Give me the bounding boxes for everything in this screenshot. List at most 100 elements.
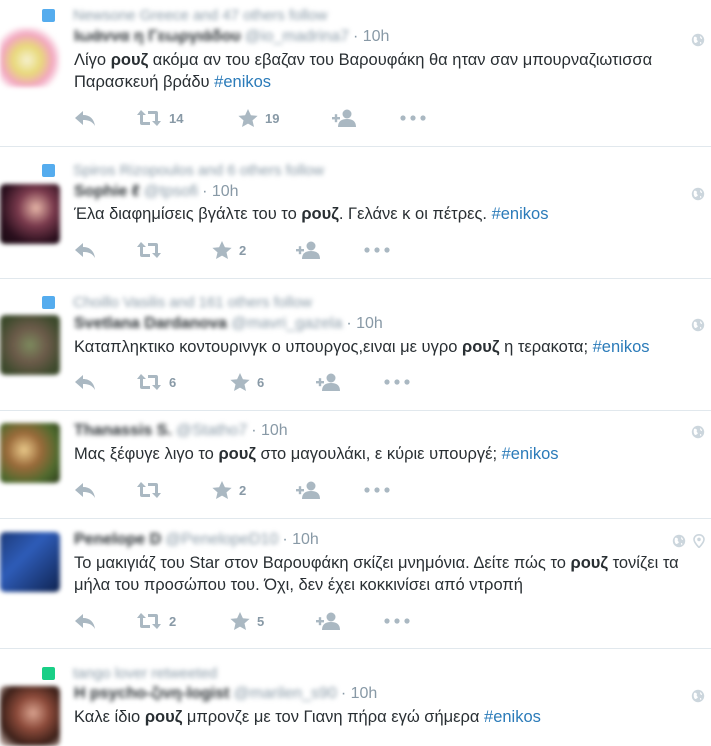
tweet[interactable]: Penelope D @PenelopeD10 · 10h Το μακιγιάζ … bbox=[0, 519, 711, 649]
globe-icon bbox=[691, 425, 705, 439]
avatar[interactable] bbox=[0, 532, 60, 592]
tweet-text: Έλα διαφημίσεις βγάλτε του το ρουζ. Γελά… bbox=[74, 205, 549, 223]
favorite-count: 5 bbox=[257, 613, 265, 629]
tweet-text: Μας ξέφυγε λιγο το ρουζ στο μαγουλάκι, ε… bbox=[74, 445, 559, 463]
author-name[interactable]: Ιωάννα η Γεωργιάδου bbox=[74, 28, 241, 46]
reply-button[interactable] bbox=[74, 108, 96, 128]
retweet-count: 6 bbox=[169, 374, 177, 390]
retweet-icon bbox=[136, 373, 162, 391]
social-context-text: Spiros Rizopoulos and 6 others follow bbox=[73, 161, 324, 179]
hashtag-link[interactable]: #enikos bbox=[593, 338, 650, 356]
tweet-header: Svetlana Dardanova @mavri_gazela · 10h bbox=[74, 315, 383, 337]
timestamp[interactable]: · 10h bbox=[282, 531, 318, 548]
author-handle[interactable]: @mavri_gazela bbox=[231, 315, 342, 333]
retweet-button[interactable]: 2 bbox=[136, 611, 176, 631]
globe-icon bbox=[691, 187, 705, 201]
favorite-button[interactable]: 5 bbox=[230, 611, 264, 631]
highlighted-term: ρουζ bbox=[570, 554, 609, 572]
reply-button[interactable] bbox=[74, 372, 96, 392]
timestamp[interactable]: · 10h bbox=[346, 315, 382, 332]
follow-button[interactable] bbox=[332, 108, 358, 128]
more-button[interactable] bbox=[400, 108, 426, 128]
more-icon bbox=[384, 379, 410, 385]
hashtag-link[interactable]: #enikos bbox=[484, 708, 541, 726]
more-icon bbox=[400, 115, 426, 121]
tweet[interactable]: Thanassis S. @Statho7 · 10h Μας ξέφυγε λιγ… bbox=[0, 411, 711, 519]
author-handle[interactable]: @tpsofi bbox=[144, 183, 198, 201]
globe-icon bbox=[691, 318, 705, 332]
author-handle[interactable]: @Statho7 bbox=[176, 422, 247, 440]
favorite-button[interactable]: 2 bbox=[212, 480, 246, 500]
tweet-text: Το μακιγιάζ του Star στον Βαρουφάκη σκίζ… bbox=[74, 554, 679, 594]
follow-user-icon bbox=[316, 612, 342, 630]
favorite-button[interactable]: 19 bbox=[238, 108, 279, 128]
tweet[interactable]: Newsone Greece and 47 others follow Ιωάν… bbox=[0, 0, 711, 147]
star-icon bbox=[230, 612, 250, 631]
favorite-count: 2 bbox=[239, 482, 247, 498]
avatar[interactable] bbox=[0, 184, 60, 244]
favorite-count: 6 bbox=[257, 374, 265, 390]
author-handle[interactable]: @PenelopeD10 bbox=[165, 531, 278, 549]
follow-button[interactable] bbox=[296, 240, 322, 260]
globe-icon bbox=[672, 534, 686, 548]
hashtag-link[interactable]: #enikos bbox=[492, 205, 549, 223]
more-icon bbox=[384, 618, 410, 624]
timestamp[interactable]: · 10h bbox=[251, 422, 287, 439]
more-button[interactable] bbox=[384, 372, 410, 392]
reply-icon bbox=[74, 109, 96, 127]
author-name[interactable]: Svetlana Dardanova bbox=[74, 315, 227, 333]
tweet-header: Η psycho-ζινη-logist @marilen_s90 · 10h bbox=[74, 685, 377, 707]
avatar[interactable] bbox=[0, 686, 60, 746]
more-button[interactable] bbox=[384, 611, 410, 631]
avatar[interactable] bbox=[0, 423, 60, 483]
star-icon bbox=[238, 109, 258, 128]
retweet-button[interactable] bbox=[136, 240, 169, 260]
tweet-text: Καταπληκτικο κοντουρινγκ ο υπουργος,εινα… bbox=[74, 338, 650, 356]
follow-button[interactable] bbox=[316, 372, 342, 392]
tweet[interactable]: tango lover retweeted Η psycho-ζινη-logi… bbox=[0, 649, 711, 746]
timestamp[interactable]: · 10h bbox=[353, 28, 389, 45]
avatar[interactable] bbox=[0, 315, 60, 375]
star-icon bbox=[230, 373, 250, 392]
tweet-header: Sophie ℓ @tpsofi · 10h bbox=[74, 183, 239, 205]
retweet-icon bbox=[136, 241, 162, 259]
author-name[interactable]: Penelope D bbox=[74, 531, 161, 549]
favorite-count: 19 bbox=[265, 110, 280, 126]
follow-icon bbox=[42, 8, 55, 22]
timestamp[interactable]: · 10h bbox=[341, 685, 377, 702]
location-pin-icon[interactable] bbox=[693, 534, 705, 548]
reply-button[interactable] bbox=[74, 480, 96, 500]
hashtag-link[interactable]: #enikos bbox=[214, 73, 271, 91]
favorite-button[interactable]: 2 bbox=[212, 240, 246, 260]
reply-button[interactable] bbox=[74, 611, 96, 631]
retweet-button[interactable]: 6 bbox=[136, 372, 176, 392]
tweet-header: Ιωάννα η Γεωργιάδου @io_madrina7 · 10h bbox=[74, 28, 389, 50]
highlighted-term: ρουζ bbox=[110, 51, 149, 69]
social-context: Choillo Vasilis and 161 others follow bbox=[42, 293, 312, 311]
author-name[interactable]: Η psycho-ζινη-logist bbox=[74, 685, 229, 703]
follow-button[interactable] bbox=[316, 611, 342, 631]
tweet[interactable]: Spiros Rizopoulos and 6 others follow So… bbox=[0, 147, 711, 278]
highlighted-term: ρουζ bbox=[144, 708, 183, 726]
follow-button[interactable] bbox=[296, 480, 322, 500]
reply-button[interactable] bbox=[74, 240, 96, 260]
hashtag-link[interactable]: #enikos bbox=[502, 445, 559, 463]
tweet[interactable]: Choillo Vasilis and 161 others follow Sv… bbox=[0, 279, 711, 410]
author-name[interactable]: Sophie ℓ bbox=[74, 183, 140, 201]
author-handle[interactable]: @io_madrina7 bbox=[245, 28, 349, 46]
avatar[interactable] bbox=[0, 27, 60, 87]
timestamp[interactable]: · 10h bbox=[202, 183, 238, 200]
more-button[interactable] bbox=[364, 480, 390, 500]
more-icon bbox=[364, 487, 390, 493]
author-name[interactable]: Thanassis S. bbox=[74, 422, 172, 440]
favorite-button[interactable]: 6 bbox=[230, 372, 264, 392]
tweet-text: Καλε ίδιο ρουζ μπρονζε με τον Γιανη πήρα… bbox=[74, 708, 541, 726]
retweet-icon bbox=[136, 612, 162, 630]
more-icon bbox=[364, 247, 390, 253]
author-handle[interactable]: @marilen_s90 bbox=[233, 685, 336, 703]
retweet-context-icon bbox=[42, 666, 55, 680]
retweet-button[interactable]: 14 bbox=[136, 108, 183, 128]
retweet-icon bbox=[136, 481, 162, 499]
more-button[interactable] bbox=[364, 240, 390, 260]
retweet-button[interactable] bbox=[136, 480, 169, 500]
